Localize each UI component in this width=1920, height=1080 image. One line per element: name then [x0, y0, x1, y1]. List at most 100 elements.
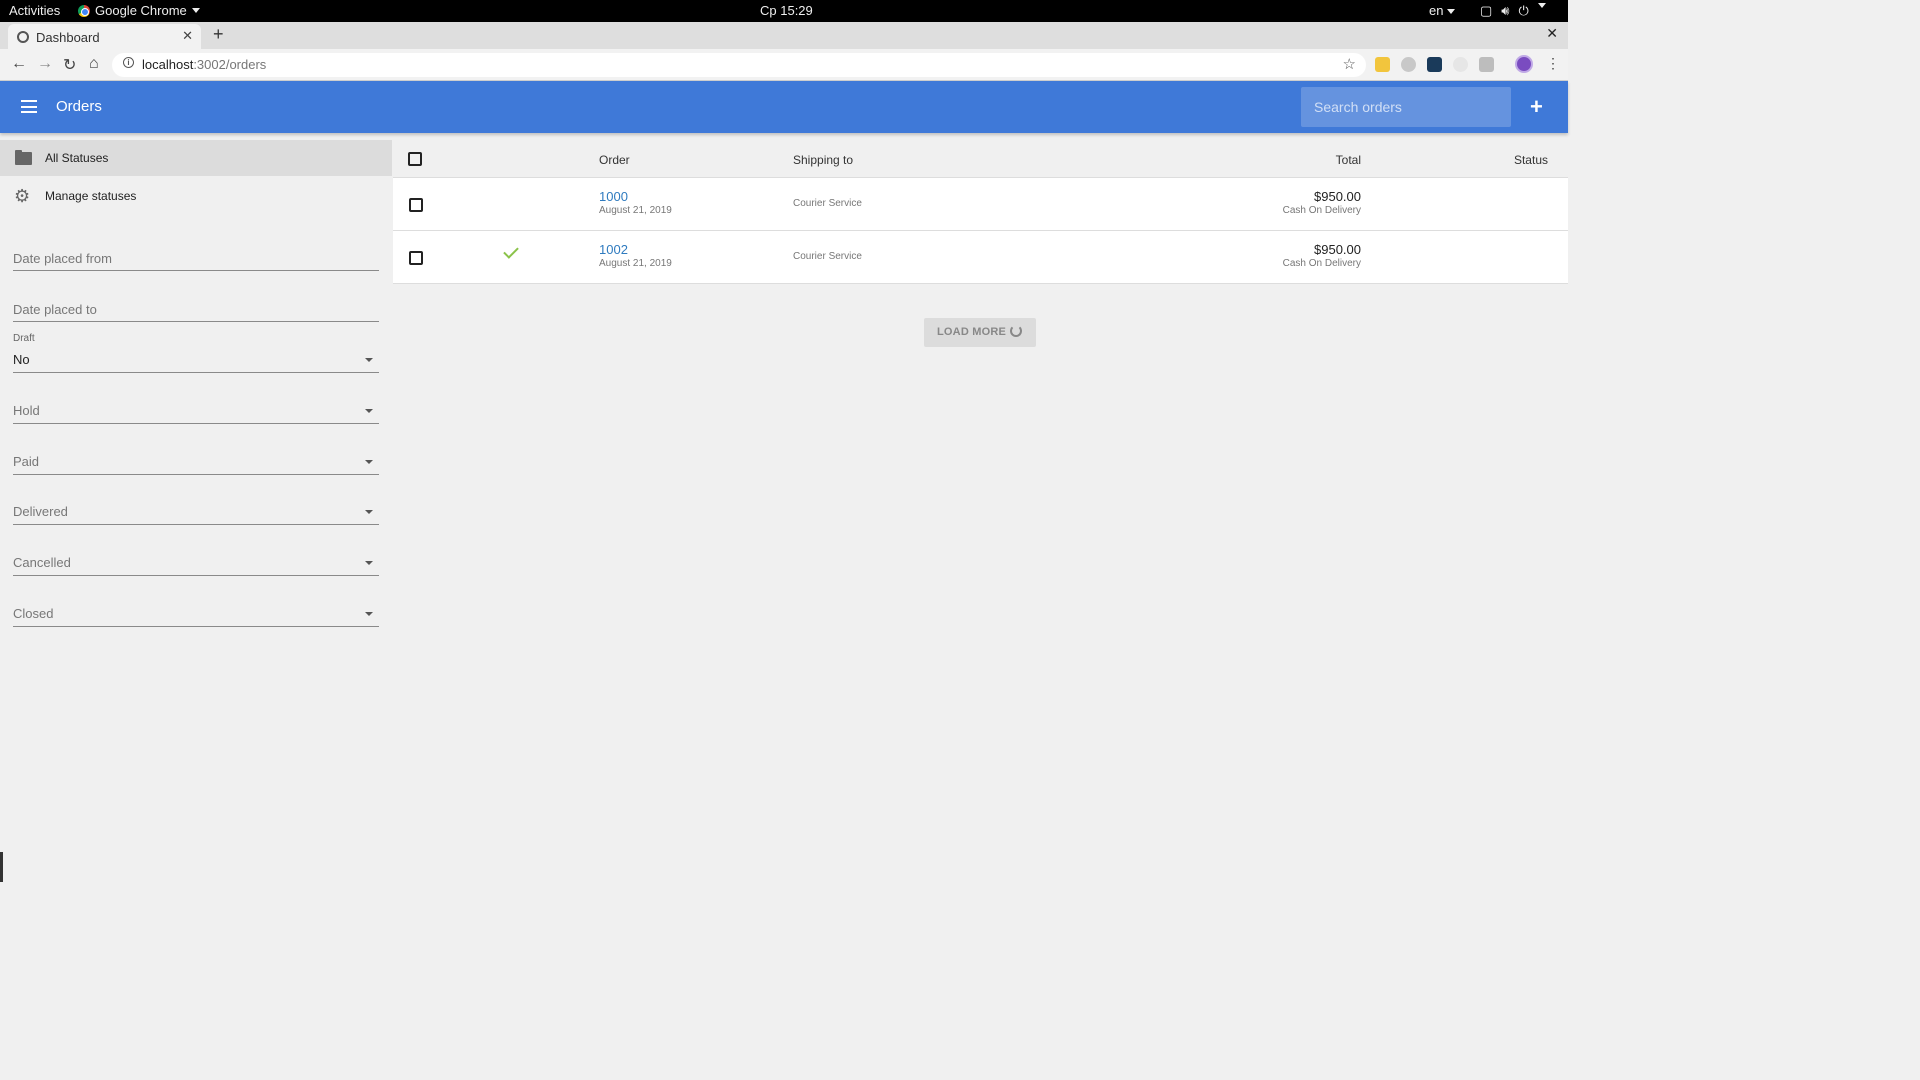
draft-select[interactable]: Draft No [13, 333, 379, 373]
reload-icon[interactable]: ↻ [63, 55, 76, 75]
address-bar[interactable]: i localhost:3002/orders ☆ [112, 53, 1366, 77]
order-number-link[interactable]: 1002 [599, 242, 628, 257]
chevron-down-icon [1537, 3, 1546, 8]
load-more-button[interactable]: LOAD MORE [924, 318, 1036, 347]
browser-menu-icon[interactable]: ⋮ [1546, 55, 1560, 72]
search-input[interactable] [1301, 87, 1511, 127]
select-all-checkbox[interactable] [408, 152, 422, 166]
system-top-bar: Activities Google Chrome Ср 15:29 en ▢ 🔊… [0, 0, 1568, 22]
close-window-icon[interactable]: ✕ [1546, 25, 1558, 42]
page-title: Orders [56, 98, 102, 115]
refresh-icon [1010, 325, 1022, 337]
clock[interactable]: Ср 15:29 [760, 3, 813, 18]
sidebar-item-label: Manage statuses [45, 189, 137, 203]
sidebar: All Statuses ⚙ Manage statuses Date plac… [0, 140, 392, 882]
sidebar-item-label: All Statuses [45, 151, 109, 165]
menu-icon[interactable] [21, 100, 37, 113]
tab-strip: Dashboard ✕ [0, 22, 1568, 49]
volume-icon: 🔊︎ [1501, 3, 1510, 18]
caret-down-icon [365, 561, 373, 565]
sidebar-item-all-statuses[interactable]: All Statuses [0, 140, 392, 176]
close-tab-icon[interactable]: ✕ [182, 28, 193, 44]
profile-avatar[interactable] [1515, 55, 1533, 73]
date-from-field[interactable]: Date placed from [13, 241, 379, 271]
system-tray[interactable]: ▢ 🔊︎ ⏻ [1480, 3, 1546, 19]
row-checkbox[interactable] [409, 198, 423, 212]
date-from-placeholder: Date placed from [13, 251, 112, 266]
order-total: $950.00 [1314, 242, 1361, 257]
browser-tab[interactable]: Dashboard ✕ [8, 24, 201, 49]
chevron-down-icon [191, 8, 200, 13]
app-bar: Orders + [0, 81, 1568, 133]
extension-icon[interactable] [1375, 57, 1390, 72]
activities-button[interactable]: Activities [9, 3, 60, 18]
language-label: en [1429, 3, 1444, 18]
page-favicon-icon [17, 31, 29, 43]
order-total: $950.00 [1314, 189, 1361, 204]
forward-icon[interactable]: → [37, 55, 53, 73]
total-column-header[interactable]: Total [1336, 153, 1361, 167]
delivered-select[interactable]: Delivered [13, 494, 379, 525]
power-icon: ⏻ [1518, 3, 1529, 18]
draft-value: No [13, 352, 30, 367]
url-path: :3002/orders [193, 57, 267, 72]
bookmark-star-icon[interactable]: ☆ [1343, 55, 1356, 73]
table-row[interactable]: 1000 August 21, 2019 Courier Service $95… [393, 178, 1568, 231]
info-icon[interactable]: i [123, 57, 134, 68]
globe-extension-icon[interactable] [1401, 57, 1416, 72]
url-text: localhost:3002/orders [142, 57, 266, 72]
closed-placeholder: Closed [13, 606, 54, 621]
draft-label: Draft [13, 333, 35, 344]
status-column-header[interactable]: Status [1514, 153, 1548, 167]
order-date: August 21, 2019 [599, 205, 672, 216]
shipping-column-header[interactable]: Shipping to [793, 153, 853, 167]
chrome-icon [78, 4, 90, 17]
home-icon[interactable]: ⌂ [89, 55, 99, 73]
order-number-link[interactable]: 1000 [599, 189, 628, 204]
delivered-placeholder: Delivered [13, 504, 68, 519]
date-to-placeholder: Date placed to [13, 302, 97, 317]
tab-title: Dashboard [36, 30, 100, 45]
caret-down-icon [365, 510, 373, 514]
shipping-method: Courier Service [793, 251, 862, 262]
closed-select[interactable]: Closed [13, 596, 379, 627]
extension-icon[interactable] [1453, 57, 1468, 72]
check-icon [503, 243, 519, 259]
table-header: Order Shipping to Total Status [393, 140, 1568, 178]
gear-icon: ⚙ [14, 186, 31, 206]
caret-down-icon [365, 409, 373, 413]
cancelled-select[interactable]: Cancelled [13, 545, 379, 576]
new-tab-icon[interactable]: + [213, 24, 224, 45]
caret-down-icon [365, 612, 373, 616]
react-extension-icon[interactable] [1427, 57, 1442, 72]
date-to-field[interactable]: Date placed to [13, 292, 379, 322]
load-more-label: LOAD MORE [937, 326, 1007, 338]
camera-extension-icon[interactable] [1479, 57, 1494, 72]
table-row[interactable]: 1002 August 21, 2019 Courier Service $95… [393, 231, 1568, 284]
shipping-method: Courier Service [793, 198, 862, 209]
window-icon: ▢ [1480, 3, 1493, 18]
folder-icon [15, 150, 32, 165]
app-name: Google Chrome [95, 3, 187, 18]
caret-down-icon [365, 358, 373, 362]
app-menu[interactable]: Google Chrome [78, 3, 200, 18]
payment-method: Cash On Delivery [1282, 258, 1361, 269]
hold-placeholder: Hold [13, 403, 40, 418]
chevron-down-icon [1447, 9, 1456, 15]
back-icon[interactable]: ← [11, 55, 27, 73]
add-order-button[interactable]: + [1530, 94, 1543, 120]
paid-placeholder: Paid [13, 454, 40, 469]
row-checkbox[interactable] [409, 251, 423, 265]
cancelled-placeholder: Cancelled [13, 555, 71, 570]
order-column-header[interactable]: Order [599, 153, 630, 167]
payment-method: Cash On Delivery [1282, 205, 1361, 216]
sidebar-item-manage-statuses[interactable]: ⚙ Manage statuses [0, 178, 392, 214]
language-selector[interactable]: en [1429, 3, 1456, 18]
hold-select[interactable]: Hold [13, 393, 379, 424]
caret-down-icon [365, 460, 373, 464]
browser-toolbar: ← → ↻ ⌂ i localhost:3002/orders ☆ ⋮ [0, 49, 1568, 81]
order-date: August 21, 2019 [599, 258, 672, 269]
url-host: localhost [142, 57, 194, 72]
window-edge [0, 852, 3, 882]
paid-select[interactable]: Paid [13, 444, 379, 475]
